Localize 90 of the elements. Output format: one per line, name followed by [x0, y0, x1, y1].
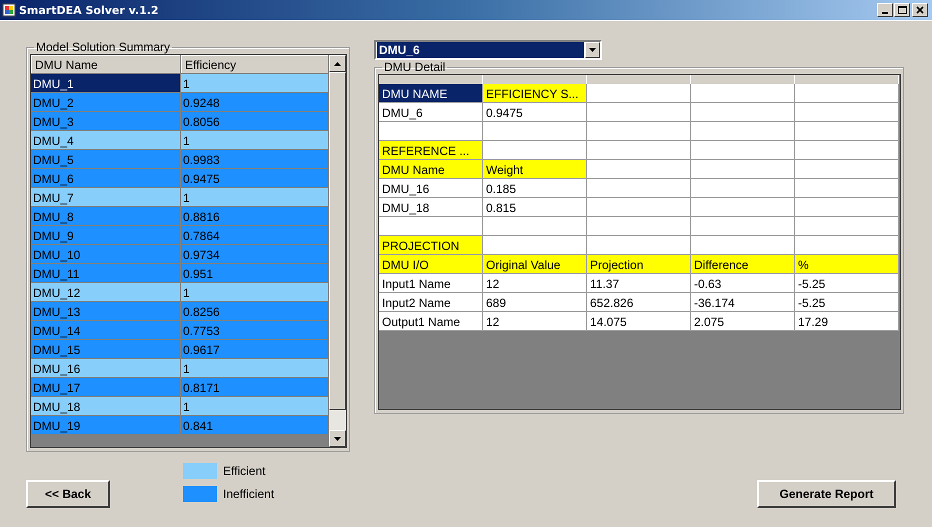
table-cell: Output1 Name	[379, 312, 483, 331]
table-cell[interactable]: 1	[181, 131, 329, 150]
table-cell[interactable]: 0.9983	[181, 150, 329, 169]
table-cell[interactable]: DMU_3	[31, 112, 181, 131]
table-cell[interactable]: DMU_19	[31, 416, 181, 435]
table-cell: -0.63	[691, 274, 795, 293]
table-cell[interactable]: 0.9734	[181, 245, 329, 264]
table-cell[interactable]: 0.8056	[181, 112, 329, 131]
table-cell: 652.826	[587, 293, 691, 312]
table-cell: -5.25	[795, 274, 899, 293]
table-cell: 0.9475	[483, 103, 587, 122]
table-cell[interactable]: DMU_18	[31, 397, 181, 416]
up-arrow-icon	[334, 62, 341, 66]
table-cell[interactable]: 0.9617	[181, 340, 329, 359]
scrollbar[interactable]	[329, 55, 346, 447]
table-cell: REFERENCE ...	[379, 141, 483, 160]
table-cell: PROJECTION	[379, 236, 483, 255]
app-icon	[2, 3, 16, 17]
table-cell[interactable]: DMU_6	[31, 169, 181, 188]
table-cell[interactable]: 1	[181, 359, 329, 378]
table-cell: 689	[483, 293, 587, 312]
table-cell[interactable]: DMU_8	[31, 207, 181, 226]
table-cell[interactable]: 0.841	[181, 416, 329, 435]
minimize-button[interactable]	[877, 3, 893, 17]
table-cell: 12	[483, 274, 587, 293]
table-cell: 0.185	[483, 179, 587, 198]
table-cell[interactable]: 1	[181, 397, 329, 416]
legend-label: Inefficient	[223, 487, 274, 501]
caret-icon	[589, 48, 596, 52]
table-cell: EFFICIENCY S...	[483, 84, 587, 103]
close-icon	[916, 6, 924, 14]
dmu-dropdown[interactable]: DMU_6	[374, 40, 602, 60]
group-title: Model Solution Summary	[35, 40, 172, 54]
table-cell: Weight	[483, 160, 587, 179]
back-button[interactable]: << Back	[26, 480, 110, 508]
table-cell: DMU_16	[379, 179, 483, 198]
table-cell[interactable]: DMU_11	[31, 264, 181, 283]
table-cell: 0.815	[483, 198, 587, 217]
close-button[interactable]	[912, 3, 928, 17]
legend-label: Efficient	[223, 464, 266, 478]
table-cell: 17.29	[795, 312, 899, 331]
table-cell[interactable]: 0.8256	[181, 302, 329, 321]
table-cell[interactable]: 0.7864	[181, 226, 329, 245]
table-cell[interactable]: 0.8816	[181, 207, 329, 226]
table-cell: DMU_6	[379, 103, 483, 122]
table-cell[interactable]: DMU_7	[31, 188, 181, 207]
group-title: DMU Detail	[383, 60, 446, 74]
table-cell[interactable]: 0.9475	[181, 169, 329, 188]
table-cell[interactable]: DMU_4	[31, 131, 181, 150]
table-cell[interactable]: DMU_17	[31, 378, 181, 397]
table-cell: DMU NAME	[379, 84, 483, 103]
table-cell[interactable]: DMU_14	[31, 321, 181, 340]
table-cell: 14.075	[587, 312, 691, 331]
table-cell: Input1 Name	[379, 274, 483, 293]
table-cell[interactable]: DMU_12	[31, 283, 181, 302]
table-cell: 12	[483, 312, 587, 331]
maximize-icon	[898, 6, 906, 14]
table-cell: -36.174	[691, 293, 795, 312]
table-cell[interactable]: DMU_9	[31, 226, 181, 245]
table-cell: Input2 Name	[379, 293, 483, 312]
table-cell[interactable]: DMU_16	[31, 359, 181, 378]
down-arrow-icon	[334, 436, 341, 440]
table-cell: -5.25	[795, 293, 899, 312]
window-title: SmartDEA Solver v.1.2	[19, 4, 159, 16]
table-cell: Original Value	[483, 255, 587, 274]
generate-report-button[interactable]: Generate Report	[757, 480, 896, 508]
table-cell[interactable]: DMU_5	[31, 150, 181, 169]
table-cell: DMU I/O	[379, 255, 483, 274]
table-cell: DMU Name	[379, 160, 483, 179]
table-cell[interactable]: DMU_2	[31, 93, 181, 112]
table-cell[interactable]: 1	[181, 74, 329, 93]
table-cell[interactable]: DMU_1	[31, 74, 181, 93]
table-cell[interactable]: DMU_13	[31, 302, 181, 321]
table-cell: %	[795, 255, 899, 274]
table-cell: Projection	[587, 255, 691, 274]
table-cell[interactable]: 0.8171	[181, 378, 329, 397]
table-cell: Difference	[691, 255, 795, 274]
maximize-button[interactable]	[894, 3, 910, 17]
column-header[interactable]: Efficiency	[181, 55, 329, 74]
table-cell: DMU_18	[379, 198, 483, 217]
table-cell[interactable]: DMU_15	[31, 340, 181, 359]
table-cell: 11.37	[587, 274, 691, 293]
table-cell: 2.075	[691, 312, 795, 331]
table-cell[interactable]: 1	[181, 188, 329, 207]
table-cell[interactable]: 0.9248	[181, 93, 329, 112]
table-cell[interactable]: 0.951	[181, 264, 329, 283]
table-cell[interactable]: 0.7753	[181, 321, 329, 340]
table-cell[interactable]: 1	[181, 283, 329, 302]
column-header[interactable]: DMU Name	[31, 55, 181, 74]
table-cell[interactable]: DMU_10	[31, 245, 181, 264]
